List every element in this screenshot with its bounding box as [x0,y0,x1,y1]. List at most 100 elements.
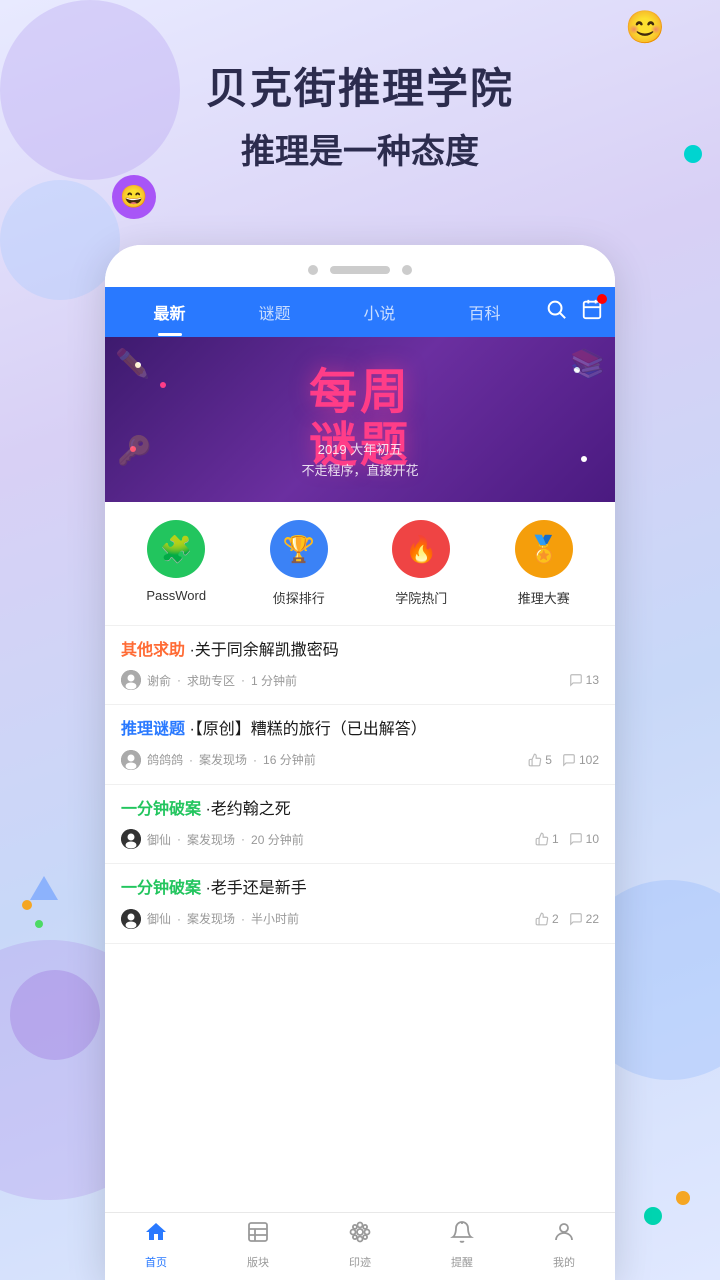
feed-comments-4: 22 [569,912,599,926]
feed-avatar-4 [121,909,141,929]
medal-icon: 🏅 [528,534,560,565]
feed-time-2: 16 分钟前 [263,751,316,768]
feed-title-3: 一分钟破案 ·老约翰之死 [121,799,599,821]
phone-top-bar [105,245,615,287]
feed-likes-3: 1 [535,832,559,846]
trace-label: 印迹 [349,1254,371,1270]
bell-icon [450,1220,474,1250]
ranking-label: 侦探排行 [273,588,325,607]
bg-green-dot [644,1207,662,1225]
feed-title-1: 其他求助 ·关于同余解凯撒密码 [121,640,599,662]
person-icon [552,1220,576,1250]
feed-item-1[interactable]: 其他求助 ·关于同余解凯撒密码 谢俞 · 求助专区 · 1 分钟前 [105,626,615,705]
feed-section-2: 案发现场 [199,751,247,768]
tab-novel[interactable]: 小说 [327,292,432,332]
feed-cat-4: 一分钟破案 [121,880,201,897]
feed-cat-2: 推理谜题 [121,721,185,738]
feed-separator-3: · [177,832,181,846]
feed-title-2: 推理谜题 ·【原创】糟糕的旅行（已出解答） [121,719,599,741]
tab-latest[interactable]: 最新 [117,292,222,332]
banner-icon-pen: ✏️ [115,347,150,380]
feed-likes-4: 2 [535,912,559,926]
bottom-nav-home[interactable]: 首页 [105,1220,207,1274]
notify-label: 提醒 [451,1254,473,1270]
feed-author-3: 御仙 [147,831,171,848]
app-subtitle: 推理是一种态度 [0,124,720,173]
feed-meta-left-3: 御仙 · 案发现场 · 20 分钟前 [121,829,304,849]
quick-icons-row: 🧩 PassWord 🏆 侦探排行 🔥 学院热门 🏅 推理大赛 [105,502,615,626]
feed-item-3[interactable]: 一分钟破案 ·老约翰之死 御仙 · 案发现场 · 20 分钟前 [105,785,615,864]
feed-time-1: 1 分钟前 [251,672,297,689]
calendar-button[interactable] [581,298,603,326]
quick-item-hot[interactable]: 🔥 学院热门 [360,520,483,607]
feed-author-1: 谢俞 [147,672,171,689]
feed-time-3: 20 分钟前 [251,831,304,848]
feed-text-1: ·关于同余解凯撒密码 [189,642,338,659]
feed-separator-4b: · [241,912,245,926]
quick-item-password[interactable]: 🧩 PassWord [115,520,238,607]
feed-author-4: 御仙 [147,910,171,927]
feed-section-1: 求助专区 [187,672,235,689]
forum-label: 版块 [247,1254,269,1270]
feed-meta-left-4: 御仙 · 案发现场 · 半小时前 [121,909,299,929]
tab-puzzle[interactable]: 谜题 [222,292,327,332]
tab-wiki[interactable]: 百科 [432,292,537,332]
banner-date-text: 2019 大年初五 [105,440,615,461]
feed-title-4: 一分钟破案 ·老手还是新手 [121,878,599,900]
weekly-puzzle-banner[interactable]: ✏️ 📚 🔑 每周谜题 2019 大年初五 不走程序，直接开花 [105,337,615,502]
feed-separator-4: · [177,912,181,926]
banner-subtitle-area: 2019 大年初五 不走程序，直接开花 [105,440,615,482]
feed-item-2[interactable]: 推理谜题 ·【原创】糟糕的旅行（已出解答） 鸽鸽鸽 · 案发现场 · 16 分钟… [105,705,615,784]
feed-stats-1: 13 [569,673,599,687]
feed-meta-4: 御仙 · 案发现场 · 半小时前 2 22 [121,909,599,929]
bottom-nav-trace[interactable]: 印迹 [309,1220,411,1274]
home-icon [144,1220,168,1250]
feed-text-2: ·【原创】糟糕的旅行（已出解答） [189,721,426,738]
quick-item-contest[interactable]: 🏅 推理大赛 [483,520,606,607]
feed-avatar-3 [121,829,141,849]
hot-icon-circle: 🔥 [392,520,450,578]
feed-cat-3: 一分钟破案 [121,801,201,818]
phone-mockup: 最新 谜题 小说 百科 [105,245,615,1280]
bottom-nav-notify[interactable]: 提醒 [411,1220,513,1274]
nav-tabs-bar: 最新 谜题 小说 百科 [105,287,615,337]
bg-blue-triangle [30,876,58,900]
bottom-nav-forum[interactable]: 版块 [207,1220,309,1274]
feed-text-3: ·老约翰之死 [205,801,290,818]
bg-orange-dot [676,1191,690,1205]
feed-separator-3b: · [241,832,245,846]
feed-comments-3: 10 [569,832,599,846]
password-label: PassWord [146,588,206,603]
puzzle-icon: 🧩 [160,534,192,565]
feed-avatar-2 [121,750,141,770]
feed-section-3: 案发现场 [187,831,235,848]
feed-separator-2b: · [253,753,257,767]
bg-green-small [35,920,43,928]
feed-meta-3: 御仙 · 案发现场 · 20 分钟前 1 10 [121,829,599,849]
feed-meta-1: 谢俞 · 求助专区 · 1 分钟前 13 [121,670,599,690]
feed-separator-1b: · [241,673,245,687]
feed-comments-2: 102 [562,753,599,767]
feed-cat-1: 其他求助 [121,642,185,659]
feed-stats-3: 1 10 [535,832,599,846]
bottom-nav-profile[interactable]: 我的 [513,1220,615,1274]
banner-desc-text: 不走程序，直接开花 [105,461,615,482]
phone-speaker [330,266,390,274]
feed-separator-2: · [189,753,193,767]
feed-list: 其他求助 ·关于同余解凯撒密码 谢俞 · 求助专区 · 1 分钟前 [105,626,615,1231]
search-button[interactable] [545,298,567,326]
ranking-icon-circle: 🏆 [270,520,328,578]
app-title: 贝克街推理学院 [0,55,720,116]
banner-deco-dot2 [160,382,166,388]
profile-label: 我的 [553,1254,575,1270]
header-section: 贝克街推理学院 推理是一种态度 [0,55,720,173]
feed-item-4[interactable]: 一分钟破案 ·老手还是新手 御仙 · 案发现场 · 半小时前 [105,864,615,943]
phone-camera [308,265,318,275]
bg-emoji-smile: 😊 [625,8,665,46]
quick-item-ranking[interactable]: 🏆 侦探排行 [238,520,361,607]
bg-purple-small [10,970,100,1060]
feed-time-4: 半小时前 [251,910,299,927]
feed-separator-1: · [177,673,181,687]
bg-decoration-circle2 [0,180,120,300]
feed-stats-2: 5 102 [528,753,599,767]
